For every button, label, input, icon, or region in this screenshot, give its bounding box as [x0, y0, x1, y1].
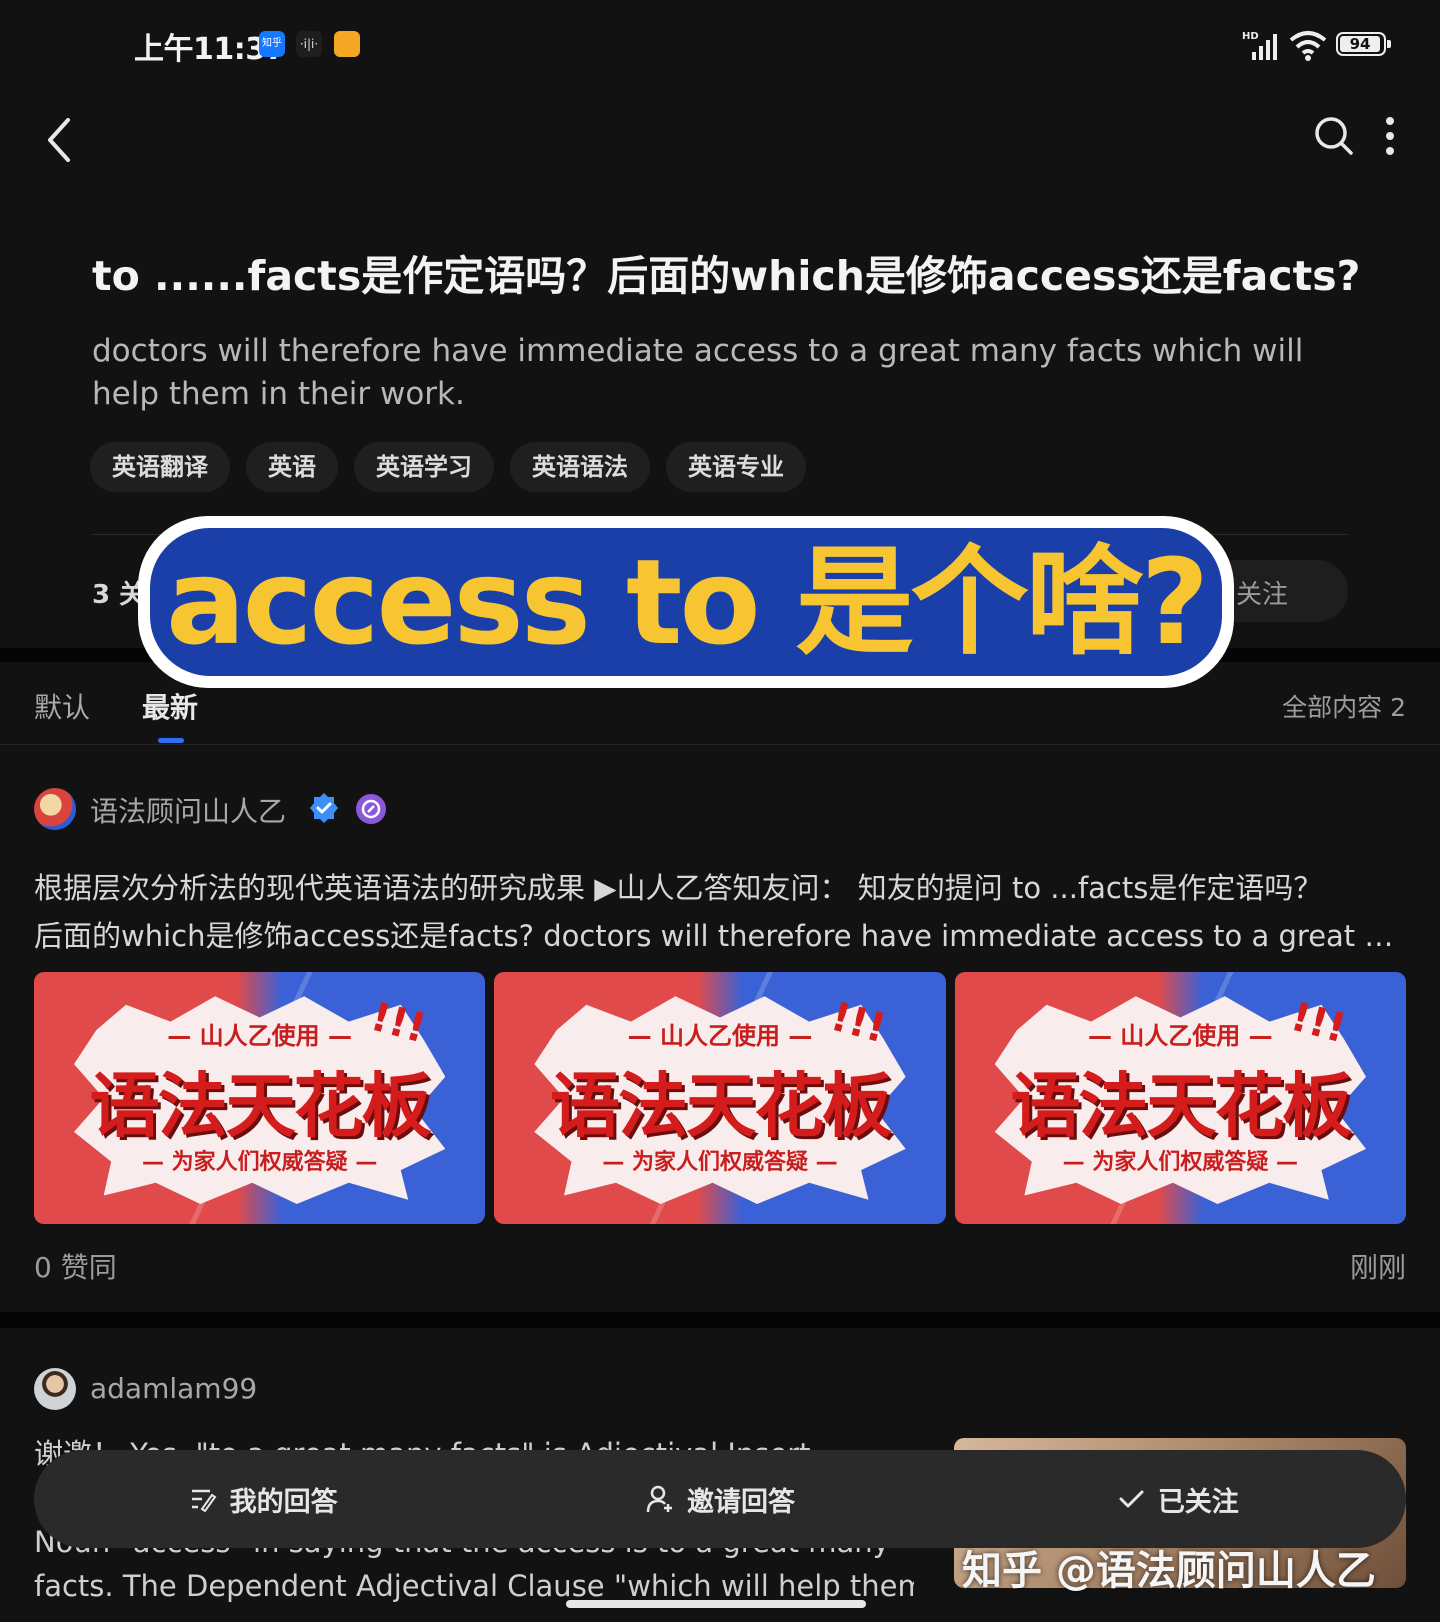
- follow-question-label: 关注: [1236, 580, 1289, 610]
- image-caption-sub: — 为家人们权威答疑 —: [1062, 1150, 1298, 1175]
- edit-list-icon: [191, 1489, 217, 1513]
- invite-answer-label: 邀请回答: [686, 1486, 795, 1518]
- answer-image[interactable]: — 山人乙使用 — 语法天花板 — 为家人们权威答疑 — !!!: [34, 972, 486, 1224]
- invite-answer-button[interactable]: 邀请回答: [491, 1480, 948, 1519]
- active-tab-indicator: [158, 738, 184, 743]
- image-caption-main: 语法天花板: [549, 1065, 892, 1147]
- tab-default[interactable]: 默认: [34, 686, 90, 726]
- cellular-signal-icon: HD: [1242, 31, 1277, 60]
- chevron-left-icon[interactable]: [38, 112, 78, 168]
- divider: [0, 744, 1440, 745]
- topic-tag[interactable]: 英语: [246, 442, 338, 492]
- image-caption-main: 语法天花板: [89, 1065, 432, 1147]
- author-name[interactable]: adamlam99: [90, 1372, 257, 1405]
- my-answer-button[interactable]: 我的回答: [34, 1480, 491, 1519]
- invite-user-icon: [646, 1485, 672, 1513]
- status-bar: 上午11:37 知乎 ·i|i· HD 94: [0, 0, 1440, 92]
- my-answer-label: 我的回答: [229, 1486, 338, 1518]
- followed-button[interactable]: 已关注: [949, 1480, 1406, 1519]
- image-caption-sub: — 为家人们权威答疑 —: [602, 1150, 838, 1175]
- followed-label: 已关注: [1157, 1486, 1239, 1518]
- bottom-action-bar: 我的回答 邀请回答 已关注: [34, 1450, 1406, 1548]
- note-app-icon: [334, 31, 360, 57]
- banner-text: access to 是个啥?: [165, 533, 1209, 671]
- svg-text:HD: HD: [1242, 31, 1259, 42]
- avatar[interactable]: [34, 788, 76, 830]
- topic-tag[interactable]: 英语翻译: [90, 442, 230, 492]
- topic-tags: 英语翻译 英语 英语学习 英语语法 英语专业: [90, 442, 806, 492]
- checkmark-icon: [1119, 1490, 1144, 1508]
- battery-level: 94: [1340, 36, 1380, 52]
- tab-latest[interactable]: 最新: [142, 686, 198, 726]
- upvote-count[interactable]: 0 赞同: [34, 1246, 117, 1286]
- excerpt-line: 根据层次分析法的现代英语语法的研究成果 ▶山人乙答知友问： 知友的提问 to .…: [34, 871, 1323, 905]
- avatar[interactable]: [34, 1368, 76, 1410]
- more-vertical-icon[interactable]: [1376, 114, 1404, 158]
- watermark: 知乎 @语法顾问山人乙: [962, 1548, 1376, 1594]
- search-icon[interactable]: [1312, 114, 1356, 158]
- wifi-icon: [1289, 31, 1327, 61]
- zhihu-app-icon: 知乎: [259, 31, 285, 57]
- verified-badge-icon: [310, 793, 338, 823]
- author-name[interactable]: 语法顾问山人乙: [90, 790, 286, 830]
- answer-image[interactable]: — 山人乙使用 — 语法天花板 — 为家人们权威答疑 — !!!: [494, 972, 946, 1224]
- topic-tag[interactable]: 英语学习: [354, 442, 494, 492]
- image-caption-sub: — 为家人们权威答疑 —: [142, 1150, 378, 1175]
- image-caption-main: 语法天花板: [1010, 1065, 1352, 1147]
- battery-icon: 94: [1336, 32, 1391, 56]
- title-overlay-banner: access to 是个啥?: [138, 516, 1234, 688]
- answer-image[interactable]: — 山人乙使用 — 语法天花板 — 为家人们权威答疑 — !!!: [954, 972, 1406, 1224]
- excerpt-line: 后面的which是修饰access还是facts? doctors will t…: [34, 919, 1394, 953]
- status-indicators: HD 94: [1242, 28, 1392, 62]
- section-separator: [0, 1312, 1440, 1328]
- creator-badge-icon: [356, 794, 386, 824]
- home-indicator[interactable]: [566, 1600, 866, 1608]
- answer-excerpt[interactable]: 根据层次分析法的现代英语语法的研究成果 ▶山人乙答知友问： 知友的提问 to .…: [34, 864, 1406, 960]
- answer-time: 刚刚: [1349, 1251, 1406, 1284]
- topic-tag[interactable]: 英语专业: [666, 442, 806, 492]
- answer-image-gallery: — 山人乙使用 — 语法天花板 — 为家人们权威答疑 — !!! — 山人乙使用…: [34, 972, 1406, 1224]
- topic-tag[interactable]: 英语语法: [510, 442, 650, 492]
- question-description[interactable]: doctors will therefore have immediate ac…: [92, 330, 1352, 416]
- voice-app-icon: ·i|i·: [296, 31, 322, 57]
- total-content-count: 全部内容 2: [1282, 693, 1406, 722]
- question-title: to ......facts是作定语吗？后面的which是修饰access还是f…: [92, 252, 1361, 300]
